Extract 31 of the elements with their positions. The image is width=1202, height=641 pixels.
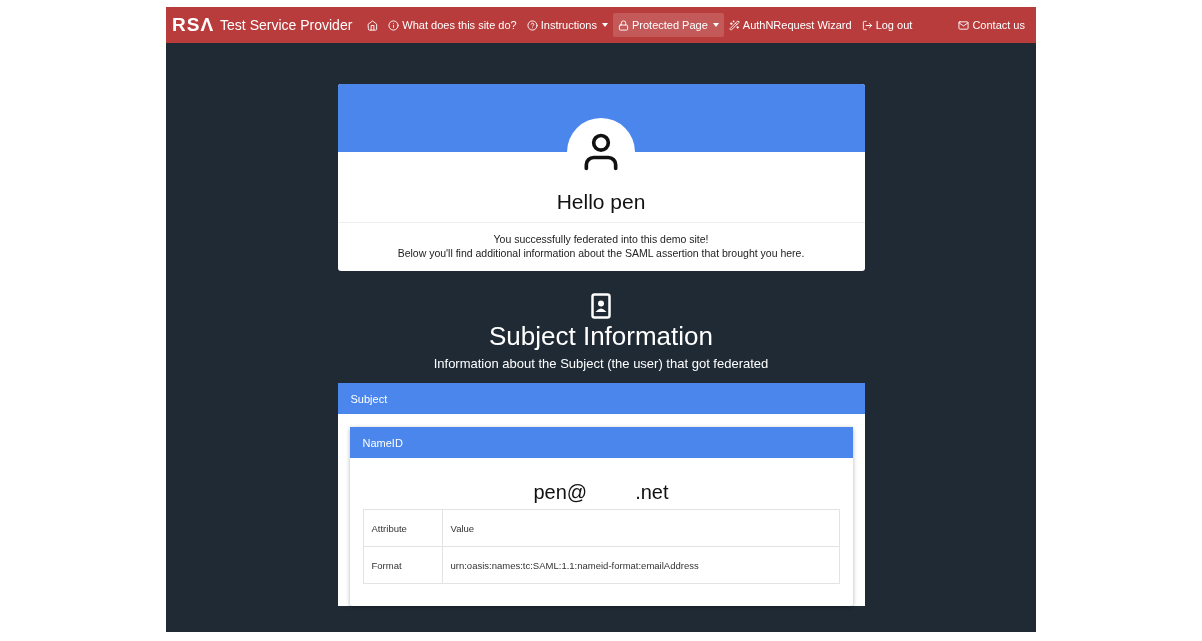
wand-icon xyxy=(728,19,740,31)
name-id-value: pen@ xyxy=(533,481,588,504)
contact-card-icon xyxy=(591,293,611,319)
section-title: Subject Information xyxy=(489,321,713,352)
caret-icon xyxy=(712,23,719,27)
column-header: Value xyxy=(442,509,839,547)
welcome-text: You successfully federated into this demo site! xyxy=(493,233,709,245)
nav-link[interactable]: Contact us xyxy=(953,13,1030,37)
greeting: Hello pen xyxy=(556,190,646,214)
caret-icon xyxy=(601,23,608,27)
nav-link[interactable]: What does this site do? xyxy=(383,13,522,37)
nav-link[interactable]: Log out xyxy=(856,13,918,37)
help-icon xyxy=(526,19,538,31)
card-header: NameID xyxy=(349,427,853,458)
column-header: Attribute xyxy=(363,509,442,547)
nav-link[interactable]: AuthNRequest Wizard xyxy=(723,13,857,37)
name-id-value: .net xyxy=(635,481,669,504)
nav-link[interactable]: Protected Page xyxy=(612,13,724,37)
site-title[interactable]: Test Service Provider xyxy=(220,17,353,33)
welcome-text: Below you'll find additional information about the SAML assertion that brought you here. xyxy=(397,247,805,259)
table-cell: Format xyxy=(363,546,442,584)
info-icon xyxy=(388,19,400,31)
logout-icon xyxy=(861,19,873,31)
section-subtitle: Information about the Subject (the user) that got federated xyxy=(433,356,769,371)
nav-link[interactable]: Instructions xyxy=(521,13,613,37)
home-icon xyxy=(367,19,379,31)
card-header: Subject xyxy=(337,383,865,414)
lock-icon xyxy=(617,19,629,31)
table-cell: urn:oasis:names:tc:SAML:1.1:nameid-format:emailAddress xyxy=(442,546,839,584)
mail-icon xyxy=(958,19,970,31)
logo[interactable]: RSΛ xyxy=(172,14,215,36)
